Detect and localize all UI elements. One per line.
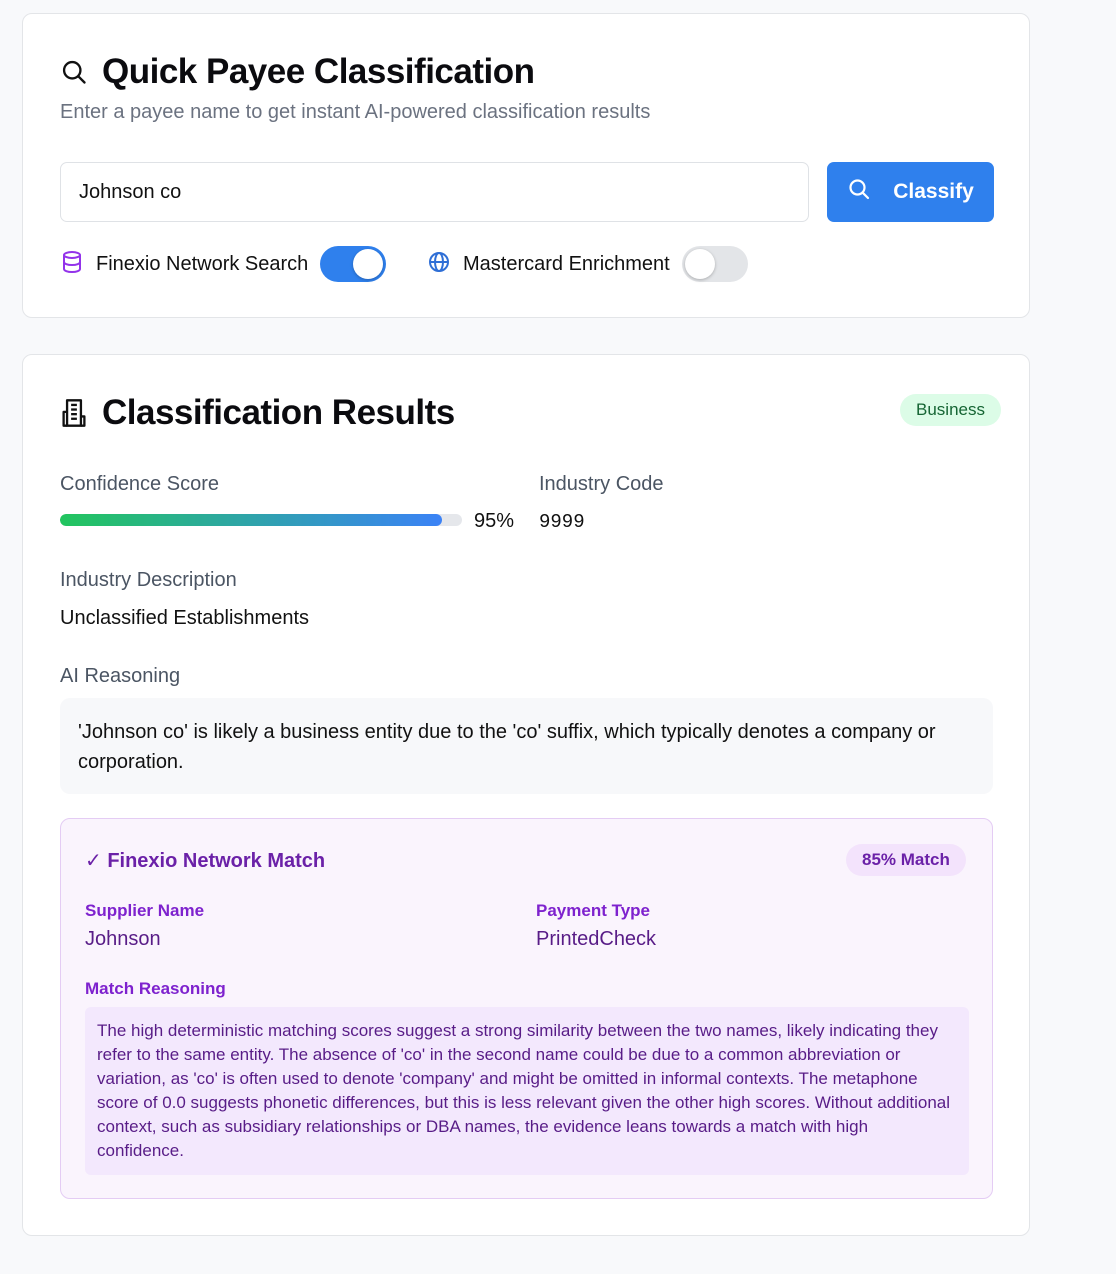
confidence-bar-fill [60,514,442,526]
finexio-toggle-row: Finexio Network Search [60,246,387,282]
mastercard-toggle-row: Mastercard Enrichment [427,246,748,282]
building-icon [60,398,90,428]
search-icon [60,57,90,87]
confidence-score-label: Confidence Score [60,473,219,495]
match-reasoning-text: The high deterministic matching scores s… [85,1007,969,1175]
classify-button-label: Classify [893,180,974,203]
confidence-bar [60,514,462,526]
toggle-knob [353,249,384,279]
finexio-match-panel: ✓ Finexio Network Match 85% Match Suppli… [60,818,993,1199]
mastercard-enrichment-toggle[interactable] [681,246,748,282]
payee-name-input[interactable] [60,162,809,222]
industry-description-label: Industry Description [60,569,237,591]
finexio-network-toggle[interactable] [320,246,387,282]
finexio-toggle-label: Finexio Network Search [96,252,309,275]
confidence-percent: 95% [474,510,515,532]
supplier-name-value: Johnson [85,928,161,950]
finexio-match-title: ✓ Finexio Network Match [85,850,326,872]
industry-code-value: 9999 [539,511,585,533]
supplier-name-label: Supplier Name [85,901,205,920]
toggle-knob [684,249,715,279]
ai-reasoning-label: AI Reasoning [60,665,181,687]
quick-title-row: Quick Payee Classification [60,52,535,92]
quick-classification-card: Quick Payee Classification Enter a payee… [22,13,1030,318]
entity-type-badge: Business [900,394,1001,426]
match-percent-badge: 85% Match [846,844,966,876]
payment-type-value: PrintedCheck [536,928,657,950]
classify-button[interactable]: Classify [827,162,994,222]
industry-description-value: Unclassified Establishments [60,607,309,629]
database-icon [60,250,84,279]
globe-icon [427,250,451,279]
industry-code-label: Industry Code [539,473,664,495]
match-reasoning-label: Match Reasoning [85,979,226,998]
search-icon [847,177,871,207]
payment-type-label: Payment Type [536,901,651,920]
results-title-row: Classification Results [60,393,455,433]
mastercard-toggle-label: Mastercard Enrichment [463,252,670,275]
page-title: Quick Payee Classification [102,52,535,91]
results-title: Classification Results [102,393,455,432]
ai-reasoning-text: 'Johnson co' is likely a business entity… [60,698,993,794]
page-subtitle: Enter a payee name to get instant AI-pow… [60,101,651,123]
classification-results-card: Classification Results Business Confiden… [22,354,1030,1236]
